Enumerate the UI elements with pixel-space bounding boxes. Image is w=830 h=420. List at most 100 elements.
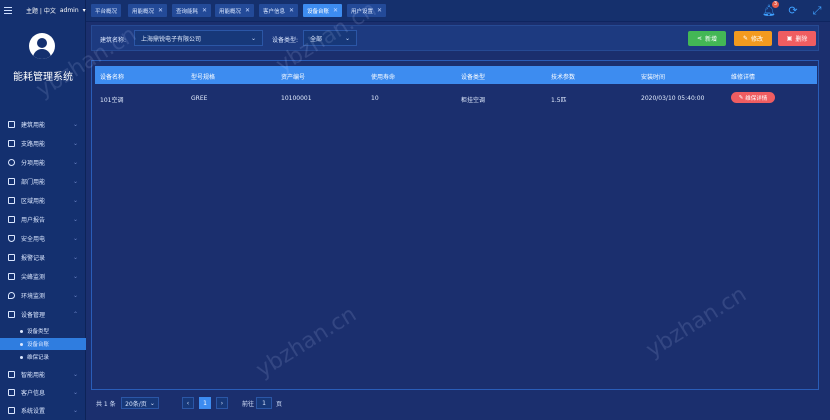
edit-button[interactable]: ✎ 修改 <box>734 31 772 46</box>
notification-badge: 3 <box>772 1 779 8</box>
page-number-current[interactable]: 1 <box>199 397 211 409</box>
chevron-down-icon: ⌄ <box>72 215 78 223</box>
column-header: 技术参数 <box>551 74 576 81</box>
bullet-icon <box>20 355 23 359</box>
close-icon[interactable]: ✕ <box>377 7 382 14</box>
book-icon <box>8 388 15 396</box>
sidebar-item-label: 客户信息 <box>21 389 46 397</box>
goto-page-input[interactable]: 1 <box>256 397 272 409</box>
sidebar-item-building[interactable]: 建筑用能 ⌄ <box>0 115 86 133</box>
table-row[interactable]: 101空调 GREE 10100001 10 柜挂空调 1.5匹 2020/03… <box>95 88 817 106</box>
building-select[interactable]: 上海鼎锐电子有限公司 ⌄ <box>134 30 263 46</box>
report-icon <box>8 215 15 223</box>
tab-label: 用户设置 <box>351 8 374 15</box>
maintenance-detail-button[interactable]: ✎ 维保详情 <box>731 92 775 103</box>
wrench-icon <box>8 310 15 318</box>
username[interactable]: admin <box>60 7 79 14</box>
chevron-down-icon: ⌄ <box>344 34 350 42</box>
sidebar-item-peak[interactable]: 尖峰监测 ⌄ <box>0 267 86 285</box>
chevron-down-icon: ⌄ <box>72 253 78 261</box>
column-header: 维修详情 <box>731 74 756 81</box>
user-menu[interactable]: 主题 | 中文 admin ▾ <box>26 6 86 15</box>
avatar[interactable] <box>29 33 55 59</box>
sidebar-item-label: 系统设置 <box>21 407 46 415</box>
close-icon[interactable]: ✕ <box>202 7 207 14</box>
cell-spec: 1.5匹 <box>551 97 567 104</box>
sidebar-subitem-maintenance[interactable]: 维保记录 <box>0 351 86 363</box>
sidebar-item-smart[interactable]: 智能用能 ⌄ <box>0 365 86 383</box>
sidebar-item-label: 用户报告 <box>21 216 46 224</box>
sidebar-item-label: 智能用能 <box>21 371 46 379</box>
sidebar-subitem-label: 设备类型 <box>27 329 50 335</box>
tab-platform-overview[interactable]: 平台概况 <box>91 4 122 17</box>
column-header: 资产编号 <box>281 74 306 81</box>
sidebar-subitem-label: 维保记录 <box>27 355 50 361</box>
chevron-down-icon: ⌄ <box>72 158 78 166</box>
cell-model: GREE <box>191 95 208 102</box>
device-table-panel: 设备名称 型号规格 资产编号 使用寿命 设备类型 技术参数 安装时间 维修详情 … <box>91 60 819 390</box>
region-icon <box>8 196 15 204</box>
sidebar-subitem-device-ledger[interactable]: 设备台账 <box>0 338 86 350</box>
alarm-icon <box>8 253 15 261</box>
chevron-down-icon: ⌄ <box>149 399 155 407</box>
sidebar-item-label: 分项用能 <box>21 159 46 167</box>
monitor-icon <box>8 272 15 280</box>
bell-icon[interactable]: 🔔︎ 3 <box>762 1 779 18</box>
close-icon[interactable]: ✕ <box>245 7 250 14</box>
cell-type: 柜挂空调 <box>461 97 486 104</box>
goto-label: 前往 <box>242 400 255 408</box>
sidebar-item-settings[interactable]: 系统设置 ⌄ <box>0 401 86 419</box>
sidebar-item-device[interactable]: 设备管理 ⌃ <box>0 305 86 323</box>
cell-life: 10 <box>371 95 379 102</box>
goto-page-value: 1 <box>262 399 266 407</box>
sidebar-item-branch[interactable]: 支路用能 ⌄ <box>0 134 86 152</box>
bullet-icon <box>20 329 23 333</box>
smart-icon <box>8 370 15 378</box>
sidebar-item-alarm[interactable]: 报警记录 ⌄ <box>0 248 86 266</box>
sidebar-item-region[interactable]: 区域用能 ⌄ <box>0 191 86 209</box>
close-icon[interactable]: ✕ <box>158 7 163 14</box>
sidebar-item-subitem[interactable]: 分项用能 ⌄ <box>0 153 86 171</box>
refresh-icon[interactable]: ⟳ <box>786 4 800 18</box>
close-icon[interactable]: ✕ <box>289 7 294 14</box>
fullscreen-icon[interactable]: ⤢ <box>810 4 824 18</box>
chevron-down-icon: ⌄ <box>72 272 78 280</box>
sidebar: 能耗管理系统 建筑用能 ⌄ 支路用能 ⌄ 分项用能 ⌄ 部门用能 ⌄ 区域用能 … <box>0 0 86 420</box>
sidebar-item-label: 报警记录 <box>21 254 46 262</box>
sidebar-subitem-label: 设备台账 <box>27 342 50 348</box>
branch-icon <box>8 139 15 147</box>
sidebar-item-label: 区域用能 <box>21 197 46 205</box>
sidebar-item-label: 安全用电 <box>21 235 46 243</box>
cell-install: 2020/03/10 05:40:00 <box>641 95 705 102</box>
avatar-body <box>33 49 51 59</box>
page-size-select[interactable]: 20条/页 ⌄ <box>121 397 159 409</box>
sidebar-item-safety[interactable]: 安全用电 ⌄ <box>0 229 86 247</box>
prev-page-button[interactable]: ‹ <box>182 397 194 409</box>
tab-label: 用能概况 <box>132 8 155 15</box>
tab-energy-overview[interactable]: 用能概况 ✕ <box>128 4 168 17</box>
menu-toggle-icon[interactable] <box>4 6 12 14</box>
theme-language-switch[interactable]: 主题 | 中文 <box>26 6 56 15</box>
sidebar-subitem-device-type[interactable]: 设备类型 <box>0 325 86 337</box>
delete-button[interactable]: ▣ 删除 <box>778 31 816 46</box>
sidebar-item-environment[interactable]: 环境监测 ⌄ <box>0 286 86 304</box>
chevron-down-icon: ⌄ <box>72 406 78 414</box>
page-size-value: 20条/页 <box>125 400 147 408</box>
tab-customer-info[interactable]: 客户信息 ✕ <box>259 4 299 17</box>
tab-energy-query[interactable]: 查询能耗 ✕ <box>172 4 212 17</box>
next-page-button[interactable]: › <box>216 397 228 409</box>
sidebar-item-department[interactable]: 部门用能 ⌄ <box>0 172 86 190</box>
building-icon <box>8 120 15 128</box>
close-icon[interactable]: ✕ <box>333 7 338 14</box>
total-count: 共 1 条 <box>96 400 116 408</box>
tab-label: 客户信息 <box>263 8 286 15</box>
device-type-select[interactable]: 全部 ⌄ <box>303 30 357 46</box>
add-button[interactable]: ⋖ 新增 <box>688 31 726 46</box>
tab-user-settings[interactable]: 用户设置 ✕ <box>347 4 387 17</box>
maintenance-detail-label: 维保详情 <box>745 95 768 102</box>
sidebar-item-report[interactable]: 用户报告 ⌄ <box>0 210 86 228</box>
tab-energy-overview-2[interactable]: 用能概况 ✕ <box>215 4 255 17</box>
tab-device-ledger[interactable]: 设备台账 ✕ <box>303 4 343 17</box>
location-icon <box>8 291 15 299</box>
sidebar-item-customer[interactable]: 客户信息 ⌄ <box>0 383 86 401</box>
